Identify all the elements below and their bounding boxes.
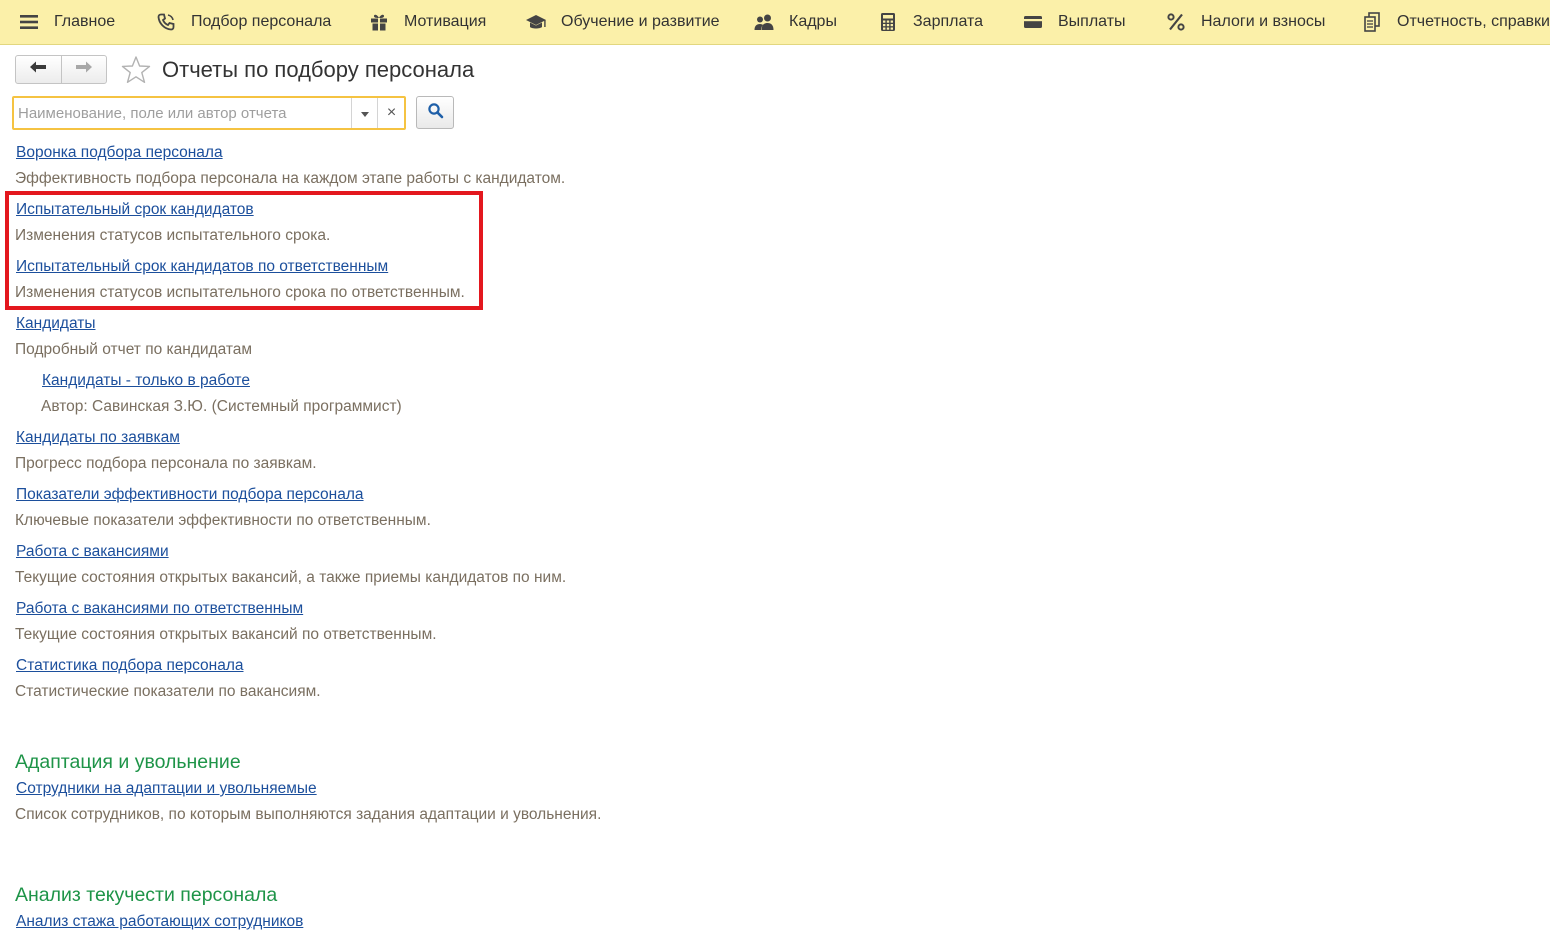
report-link[interactable]: Испытательный срок кандидатов по ответст… — [16, 257, 388, 277]
report-description: Изменения статусов испытательного срока … — [15, 284, 465, 301]
search-button[interactable] — [416, 96, 454, 129]
nav-item-taxes[interactable]: Налоги и взносы — [1165, 0, 1325, 44]
nav-item-label: Зарплата — [913, 13, 984, 30]
menu-icon — [18, 11, 40, 33]
report-search-field: × — [12, 96, 406, 130]
section-title-adaptation: Адаптация и увольнение — [15, 751, 241, 773]
percent-icon — [1165, 11, 1187, 33]
report-description: Подробный отчет по кандидатам — [15, 341, 253, 358]
search-clear-button[interactable]: × — [377, 98, 405, 128]
nav-item-label: Отчетность, справки — [1397, 13, 1550, 30]
arrow-right-icon — [75, 60, 93, 79]
add-to-favorites-star-icon[interactable] — [119, 55, 153, 85]
report-description: Эффективность подбора персонала на каждо… — [15, 170, 566, 187]
wallet-icon — [1022, 11, 1044, 33]
report-description: Изменения статусов испытательного срока. — [15, 227, 331, 244]
graduation-cap-icon — [525, 11, 547, 33]
nav-item-main[interactable]: Главное — [18, 0, 115, 44]
report-description: Статистические показатели по вакансиям. — [15, 683, 321, 700]
calculator-icon — [877, 11, 899, 33]
nav-item-personnel[interactable]: Кадры — [753, 0, 837, 44]
report-link[interactable]: Работа с вакансиями — [16, 542, 169, 562]
section-title-turnover: Анализ текучести персонала — [15, 884, 278, 906]
nav-item-payments[interactable]: Выплаты — [1022, 0, 1126, 44]
documents-icon — [1361, 11, 1383, 33]
nav-item-label: Налоги и взносы — [1201, 13, 1326, 30]
nav-item-salary[interactable]: Зарплата — [877, 0, 983, 44]
report-link[interactable]: Показатели эффективности подбора персона… — [16, 485, 364, 505]
search-dropdown-button[interactable] — [351, 98, 377, 128]
report-link[interactable]: Анализ стажа работающих сотрудников — [16, 912, 303, 932]
back-button[interactable] — [16, 56, 61, 83]
arrow-left-icon — [29, 60, 47, 79]
nav-item-label: Главное — [54, 13, 116, 30]
report-description: Прогресс подбора персонала по заявкам. — [15, 455, 317, 472]
report-link[interactable]: Кандидаты — [16, 314, 95, 334]
report-link[interactable]: Сотрудники на адаптации и увольняемые — [16, 779, 317, 799]
search-input[interactable] — [18, 101, 344, 125]
forward-button[interactable] — [60, 56, 107, 83]
nav-item-recruiting[interactable]: Подбор персонала — [155, 0, 331, 44]
nav-item-label: Подбор персонала — [191, 13, 332, 30]
report-link[interactable]: Воронка подбора персонала — [16, 143, 223, 163]
nav-item-label: Обучение и развитие — [561, 13, 720, 30]
report-author: Автор: Савинская З.Ю. (Системный програм… — [41, 398, 402, 415]
user-report-link[interactable]: Кандидаты - только в работе — [42, 371, 250, 391]
top-navigation-bar: Главное Подбор персонала Мотивация Обуче… — [0, 0, 1550, 45]
nav-item-label: Кадры — [789, 13, 837, 30]
nav-item-motivation[interactable]: Мотивация — [368, 0, 486, 44]
report-link[interactable]: Испытательный срок кандидатов — [16, 200, 254, 220]
report-description: Текущие состояния открытых вакансий по о… — [15, 626, 437, 643]
page-title: Отчеты по подбору персонала — [162, 57, 475, 82]
close-icon: × — [386, 104, 397, 121]
phone-icon — [155, 11, 177, 33]
gift-icon — [368, 11, 390, 33]
nav-item-reporting[interactable]: Отчетность, справки — [1361, 0, 1550, 44]
report-description: Текущие состояния открытых вакансий, а т… — [15, 569, 567, 586]
users-icon — [753, 11, 775, 33]
report-link[interactable]: Кандидаты по заявкам — [16, 428, 180, 448]
report-link[interactable]: Статистика подбора персонала — [16, 656, 244, 676]
report-description: Ключевые показатели эффективности по отв… — [15, 512, 431, 529]
report-link[interactable]: Работа с вакансиями по ответственным — [16, 599, 303, 619]
nav-item-training[interactable]: Обучение и развитие — [525, 0, 720, 44]
history-navigation — [15, 55, 107, 84]
nav-item-label: Выплаты — [1058, 13, 1126, 30]
search-icon — [427, 102, 444, 124]
chevron-down-icon — [360, 104, 369, 122]
report-description: Список сотрудников, по которым выполняют… — [15, 806, 602, 823]
nav-item-label: Мотивация — [404, 13, 487, 30]
